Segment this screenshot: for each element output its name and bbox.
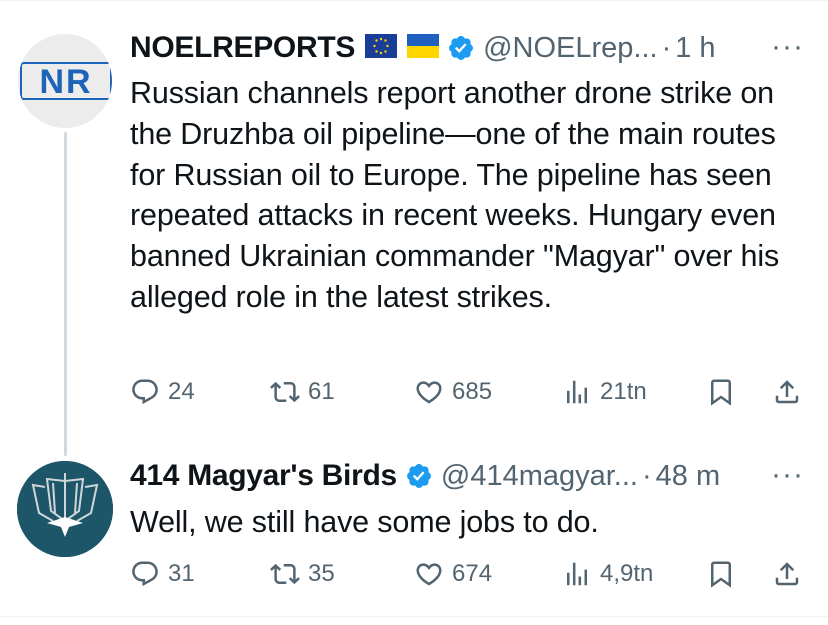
views-count: 4,9tn bbox=[600, 560, 654, 587]
like-button[interactable]: 685 bbox=[414, 372, 492, 412]
reply-icon bbox=[132, 561, 158, 587]
post-text: Russian channels report another drone st… bbox=[130, 76, 780, 314]
avatar-magyars-birds[interactable] bbox=[17, 461, 113, 557]
heart-icon bbox=[416, 381, 442, 404]
repost-icon bbox=[270, 563, 300, 585]
ukraine-flag-icon bbox=[407, 33, 440, 63]
share-icon bbox=[775, 380, 799, 404]
share-button[interactable] bbox=[772, 372, 802, 412]
reply-button[interactable]: 31 bbox=[130, 554, 195, 594]
verified-badge-icon bbox=[447, 34, 475, 62]
bookmark-icon bbox=[711, 561, 731, 588]
author-name[interactable]: NOELREPORTS bbox=[130, 31, 355, 65]
repost-button[interactable]: 35 bbox=[270, 554, 335, 594]
views-button[interactable]: 4,9tn bbox=[562, 554, 653, 594]
avatar-noelreports[interactable]: NR bbox=[18, 34, 112, 128]
author-handle[interactable]: @NOELrep... bbox=[483, 32, 658, 65]
bookmark-button[interactable] bbox=[706, 372, 736, 412]
bottom-divider bbox=[0, 616, 828, 617]
bookmark-button[interactable] bbox=[706, 554, 736, 594]
eu-flag-icon bbox=[365, 33, 398, 63]
share-icon bbox=[775, 562, 799, 586]
reply-button[interactable]: 24 bbox=[130, 372, 195, 412]
post-text: Well, we still have some jobs to do. bbox=[130, 505, 599, 539]
reply-count: 31 bbox=[168, 560, 195, 587]
separator-dot: · bbox=[661, 31, 672, 64]
repost-icon bbox=[270, 381, 300, 403]
post-header: 414 Magyar's Birds @414magyar... · 48 m bbox=[130, 456, 720, 496]
more-options-icon[interactable]: ··· bbox=[771, 30, 804, 64]
post-header: NOELREPORTS @NOELrep... · 1 h bbox=[130, 28, 716, 68]
post-actions: 24 61 685 21tn bbox=[130, 372, 810, 412]
repost-count: 35 bbox=[308, 560, 335, 587]
nr-logo-text: NR bbox=[39, 63, 92, 100]
thread-connector-line bbox=[64, 132, 67, 456]
views-icon bbox=[567, 562, 587, 586]
separator-dot: · bbox=[641, 459, 652, 492]
birds-emblem-icon bbox=[17, 461, 113, 557]
like-count: 674 bbox=[452, 560, 493, 587]
reply-icon bbox=[132, 379, 158, 405]
post-time[interactable]: 1 h bbox=[675, 32, 715, 65]
author-handle[interactable]: @414magyar... bbox=[441, 460, 638, 493]
share-button[interactable] bbox=[772, 554, 802, 594]
repost-count: 61 bbox=[308, 378, 335, 405]
author-name[interactable]: 414 Magyar's Birds bbox=[130, 459, 397, 493]
post-actions: 31 35 674 4,9tn bbox=[130, 554, 810, 594]
heart-icon bbox=[416, 563, 442, 586]
more-options-icon[interactable]: ··· bbox=[771, 458, 804, 492]
bookmark-icon bbox=[711, 379, 731, 406]
top-divider bbox=[0, 0, 828, 1]
views-count: 21tn bbox=[600, 378, 647, 405]
reply-count: 24 bbox=[168, 378, 195, 405]
nr-logo-icon: NR bbox=[20, 62, 112, 100]
views-icon bbox=[567, 380, 587, 404]
verified-badge-icon bbox=[405, 462, 433, 490]
post-time[interactable]: 48 m bbox=[656, 460, 720, 493]
views-button[interactable]: 21tn bbox=[562, 372, 647, 412]
repost-button[interactable]: 61 bbox=[270, 372, 335, 412]
like-count: 685 bbox=[452, 378, 493, 405]
like-button[interactable]: 674 bbox=[414, 554, 492, 594]
